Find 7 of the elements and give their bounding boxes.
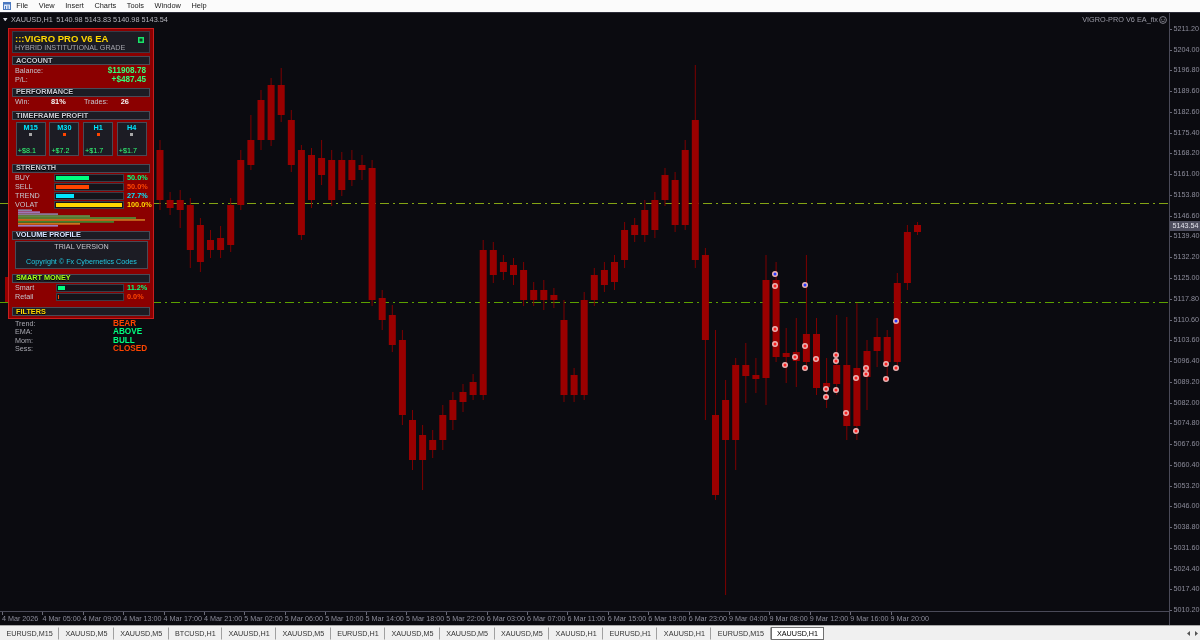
smiley-icon: [1159, 15, 1167, 24]
square-icon: [138, 37, 144, 43]
scroll-right-icon[interactable]: [1195, 631, 1198, 636]
triangle-icon: [3, 17, 8, 22]
scroll-left-icon[interactable]: [1187, 631, 1190, 636]
panel-title: :::VIGRO PRO V6 EA: [15, 33, 109, 44]
window-icon: [3, 2, 11, 10]
